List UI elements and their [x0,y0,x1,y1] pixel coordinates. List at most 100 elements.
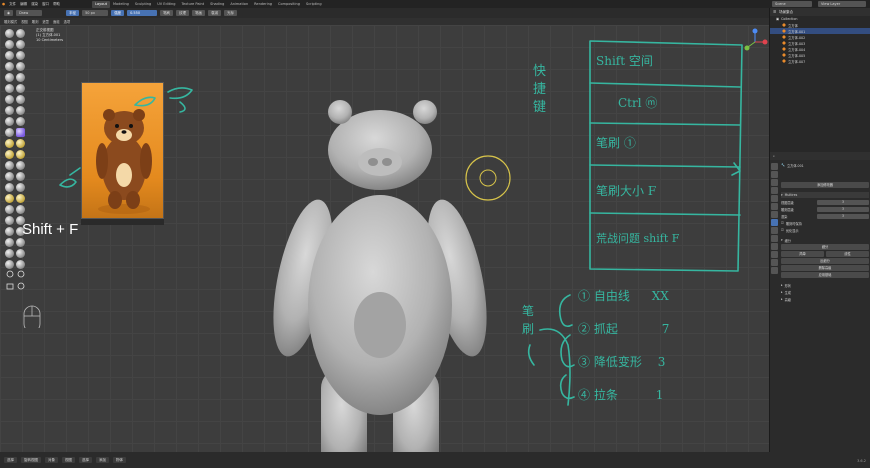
slide-relax-brush-icon[interactable] [5,150,14,159]
outliner-filter-icon[interactable]: ☰ [773,10,776,14]
object-name-field[interactable]: 立方体.001 [787,163,804,168]
row-value-field[interactable]: 3 [817,199,869,205]
inflate-brush-icon[interactable] [5,62,14,71]
boundary-brush-icon[interactable] [16,150,25,159]
subdivide-button[interactable]: 细分 [781,244,869,250]
clay-thumb-brush-icon[interactable] [5,51,14,60]
linear-button[interactable]: 线性 [826,251,869,257]
tab-scripting[interactable]: Scripting [303,1,325,8]
edit-face-set-icon[interactable] [5,227,14,236]
pose-brush-icon[interactable] [16,128,25,137]
subdivide-section-header[interactable]: ▾ 细分 [781,237,869,243]
simplify-brush-icon[interactable] [16,161,25,170]
box-trim-icon[interactable] [16,194,25,203]
box-hide-icon[interactable] [16,183,25,192]
menu-sculpt[interactable]: 雕刻 [32,19,39,24]
strength-field[interactable]: 0.550 [127,10,158,16]
cloth-filter-icon[interactable] [5,216,14,225]
object-menu[interactable]: 对象 [45,457,58,463]
zoom-icon[interactable] [6,270,14,278]
row-value-field[interactable]: 3 [817,213,869,219]
draw-face-sets-icon[interactable] [16,172,25,181]
properties-search-icon[interactable]: ⌕ [773,154,775,158]
radius-field[interactable]: 50 px [82,10,109,16]
transform-icon[interactable] [16,249,25,258]
modifier-name[interactable]: Multires [785,193,798,197]
thumb-brush-icon[interactable] [5,128,14,137]
physics-tab-icon[interactable] [771,235,778,242]
orbit-icon[interactable] [17,282,25,290]
menu-edit[interactable]: 编辑 [18,2,29,7]
world-tab-icon[interactable] [771,203,778,210]
scrape-brush-icon[interactable] [5,95,14,104]
scene-tab-icon[interactable] [771,195,778,202]
move-icon[interactable] [5,238,14,247]
layer-brush-icon[interactable] [16,51,25,60]
view-layer-tab-icon[interactable] [771,187,778,194]
tab-texture-paint[interactable]: Texture Paint [179,1,208,8]
snake-hook-brush-icon[interactable] [16,117,25,126]
mode-selector[interactable]: 雕刻模式 [4,19,17,24]
tab-sculpting[interactable]: Sculpting [132,1,154,8]
3d-viewport[interactable]: 正交前视图 (1) 立方体.001 10 Centimeters 快 捷 键 S… [0,25,769,458]
sculpt-mesh-bear[interactable] [265,100,495,458]
select-menu[interactable]: 选择 [4,457,17,463]
collapsed-section[interactable]: ▸ 高级 [781,296,869,302]
data-tab-icon[interactable] [771,251,778,258]
add-modifier-button[interactable]: 添加修改器 [781,182,869,188]
collapsed-section[interactable]: ▸ 形状 [781,282,869,288]
texture-options[interactable]: 纹理 [176,10,190,16]
material-tab-icon[interactable] [771,259,778,266]
nudge-brush-icon[interactable] [5,139,14,148]
falloff-options[interactable]: 衰减 [208,10,222,16]
row-value-field[interactable]: 3 [817,206,869,212]
cloth-brush-icon[interactable] [5,161,14,170]
elastic-deform-brush-icon[interactable] [5,117,14,126]
checkbox-row[interactable]: ☑ 雕刻时保持 [781,220,869,226]
tab-rendering[interactable]: Rendering [251,1,275,8]
clay-brush-icon[interactable] [5,40,14,49]
constraints-tab-icon[interactable] [771,243,778,250]
output-tab-icon[interactable] [771,179,778,186]
multiplane-scrape-brush-icon[interactable] [16,95,25,104]
menu-options[interactable]: 选项 [64,19,71,24]
blender-logo-icon[interactable]: ● [0,2,7,6]
flatten-brush-icon[interactable] [5,84,14,93]
rotate-icon[interactable] [16,238,25,247]
collapsed-section[interactable]: ▸ 生成 [781,289,869,295]
scale-icon[interactable] [5,249,14,258]
modifier-tab-icon[interactable] [771,219,778,226]
box-mask-icon[interactable] [5,183,14,192]
checkbox-icon[interactable]: ☑ [781,221,784,225]
menu-window[interactable]: 窗口 [40,2,51,7]
camera-view-icon[interactable] [6,283,14,290]
line-project-icon[interactable] [5,205,14,214]
draw-sharp-brush-icon[interactable] [16,29,25,38]
view-menu[interactable]: 视图 [62,457,75,463]
clay-strips-brush-icon[interactable] [16,40,25,49]
rotate-brush-icon[interactable] [16,139,25,148]
brush-icon[interactable]: ◉ [4,10,14,16]
render-tab-icon[interactable] [771,171,778,178]
tab-compositing[interactable]: Compositing [275,1,303,8]
cursor-options[interactable]: 光标 [224,10,238,16]
stroke-options[interactable]: 笔画 [192,10,206,16]
smooth-brush-icon[interactable] [16,73,25,82]
tab-modeling[interactable]: Modeling [110,1,132,8]
box-face-set-icon[interactable] [5,194,14,203]
mesh-filter-icon[interactable] [16,205,25,214]
checkbox-row[interactable]: ☑ 优化显示 [781,227,869,233]
mask-brush-icon[interactable] [5,172,14,181]
menu-mask[interactable]: 遮罩 [42,19,49,24]
menu-face-sets[interactable]: 面组 [53,19,60,24]
menu-file[interactable]: 文件 [7,2,18,7]
checkbox-icon[interactable]: ☑ [781,228,784,232]
chevron-down-icon[interactable]: ▾ [781,193,783,197]
tab-uv-editing[interactable]: UV Editing [154,1,178,8]
object-tab-icon[interactable] [771,211,778,218]
menu-view[interactable]: 视图 [21,19,28,24]
particles-tab-icon[interactable] [771,227,778,234]
pinch-brush-icon[interactable] [5,106,14,115]
draw-brush-icon[interactable] [5,29,14,38]
view-layer-selector[interactable]: View Layer [818,1,866,7]
